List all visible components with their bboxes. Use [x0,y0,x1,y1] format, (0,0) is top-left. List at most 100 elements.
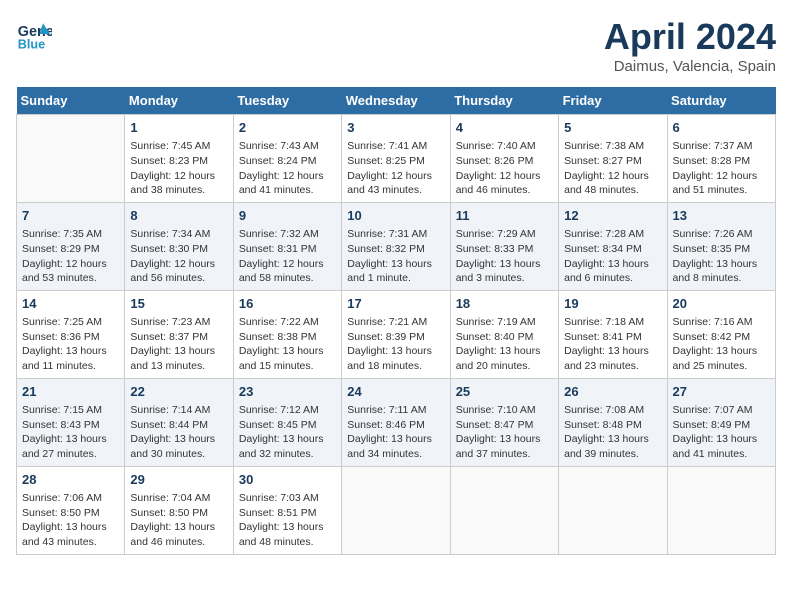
calendar-week-row: 21Sunrise: 7:15 AM Sunset: 8:43 PM Dayli… [17,378,776,466]
day-number: 26 [564,383,661,401]
calendar-cell: 19 Sunrise: 7:18 AM Sunset: 8:41 PM Dayli… [559,290,667,378]
day-info: Sunrise: 7:40 AM Sunset: 8:26 PM Dayligh… [456,139,553,198]
day-number: 2 [239,119,336,137]
day-number: 14 [22,295,119,313]
day-number: 5 [564,119,661,137]
calendar-cell: 6Sunrise: 7:37 AM Sunset: 8:28 PM Daylig… [667,115,775,203]
day-info: Sunrise: 7:45 AM Sunset: 8:23 PM Dayligh… [130,139,227,198]
day-info: Sunrise: 7:32 AM Sunset: 8:31 PM Dayligh… [239,227,336,286]
day-number: 29 [130,471,227,489]
day-info: Sunrise: 7:26 AM Sunset: 8:35 PM Dayligh… [673,227,770,286]
day-info: Sunrise: 7:08 AM Sunset: 8:48 PM Dayligh… [564,403,661,462]
calendar-cell: 22 Sunrise: 7:14 AM Sunset: 8:44 PM Dayli… [125,378,233,466]
calendar-cell: 7Sunrise: 7:35 AM Sunset: 8:29 PM Daylig… [17,202,125,290]
day-number: 18 [456,295,553,313]
day-number: 28 [22,471,119,489]
calendar-cell: 2 Sunrise: 7:43 AM Sunset: 8:24 PM Daylig… [233,115,341,203]
calendar-cell: 29 Sunrise: 7:04 AM Sunset: 8:50 PM Dayli… [125,466,233,554]
calendar-cell [559,466,667,554]
calendar-cell: 23 Sunrise: 7:12 AM Sunset: 8:45 PM Dayli… [233,378,341,466]
calendar-cell: 11 Sunrise: 7:29 AM Sunset: 8:33 PM Dayli… [450,202,558,290]
weekday-header: Thursday [450,87,558,115]
calendar-cell: 9 Sunrise: 7:32 AM Sunset: 8:31 PM Daylig… [233,202,341,290]
day-number: 12 [564,207,661,225]
logo-icon: General Blue [16,16,52,52]
day-info: Sunrise: 7:18 AM Sunset: 8:41 PM Dayligh… [564,315,661,374]
calendar-cell [450,466,558,554]
calendar-cell: 20 Sunrise: 7:16 AM Sunset: 8:42 PM Dayli… [667,290,775,378]
day-info: Sunrise: 7:16 AM Sunset: 8:42 PM Dayligh… [673,315,770,374]
day-number: 8 [130,207,227,225]
day-info: Sunrise: 7:43 AM Sunset: 8:24 PM Dayligh… [239,139,336,198]
day-info: Sunrise: 7:15 AM Sunset: 8:43 PM Dayligh… [22,403,119,462]
day-number: 16 [239,295,336,313]
calendar-table: SundayMondayTuesdayWednesdayThursdayFrid… [16,87,776,555]
day-info: Sunrise: 7:10 AM Sunset: 8:47 PM Dayligh… [456,403,553,462]
calendar-cell: 24 Sunrise: 7:11 AM Sunset: 8:46 PM Dayli… [342,378,450,466]
day-info: Sunrise: 7:41 AM Sunset: 8:25 PM Dayligh… [347,139,444,198]
day-number: 17 [347,295,444,313]
calendar-cell: 15Sunrise: 7:23 AM Sunset: 8:37 PM Dayli… [125,290,233,378]
day-info: Sunrise: 7:35 AM Sunset: 8:29 PM Dayligh… [22,227,119,286]
day-number: 22 [130,383,227,401]
day-number: 19 [564,295,661,313]
day-number: 13 [673,207,770,225]
page-header: General Blue April 2024 Daimus, Valencia… [16,16,776,75]
calendar-week-row: 28 Sunrise: 7:06 AM Sunset: 8:50 PM Dayli… [17,466,776,554]
calendar-cell: 3 Sunrise: 7:41 AM Sunset: 8:25 PM Daylig… [342,115,450,203]
day-number: 9 [239,207,336,225]
calendar-cell: 10 Sunrise: 7:31 AM Sunset: 8:32 PM Dayli… [342,202,450,290]
weekday-header: Saturday [667,87,775,115]
calendar-cell: 16 Sunrise: 7:22 AM Sunset: 8:38 PM Dayli… [233,290,341,378]
weekday-header: Wednesday [342,87,450,115]
day-info: Sunrise: 7:31 AM Sunset: 8:32 PM Dayligh… [347,227,444,286]
calendar-cell: 28 Sunrise: 7:06 AM Sunset: 8:50 PM Dayli… [17,466,125,554]
calendar-cell: 26 Sunrise: 7:08 AM Sunset: 8:48 PM Dayli… [559,378,667,466]
day-info: Sunrise: 7:28 AM Sunset: 8:34 PM Dayligh… [564,227,661,286]
day-number: 10 [347,207,444,225]
calendar-cell: 18Sunrise: 7:19 AM Sunset: 8:40 PM Dayli… [450,290,558,378]
day-info: Sunrise: 7:07 AM Sunset: 8:49 PM Dayligh… [673,403,770,462]
day-number: 15 [130,295,227,313]
calendar-week-row: 1Sunrise: 7:45 AM Sunset: 8:23 PM Daylig… [17,115,776,203]
calendar-cell: 13 Sunrise: 7:26 AM Sunset: 8:35 PM Dayli… [667,202,775,290]
day-number: 23 [239,383,336,401]
weekday-header: Monday [125,87,233,115]
day-info: Sunrise: 7:12 AM Sunset: 8:45 PM Dayligh… [239,403,336,462]
day-number: 27 [673,383,770,401]
weekday-header: Friday [559,87,667,115]
day-number: 4 [456,119,553,137]
day-info: Sunrise: 7:14 AM Sunset: 8:44 PM Dayligh… [130,403,227,462]
weekday-header-row: SundayMondayTuesdayWednesdayThursdayFrid… [17,87,776,115]
day-info: Sunrise: 7:06 AM Sunset: 8:50 PM Dayligh… [22,491,119,550]
calendar-week-row: 14 Sunrise: 7:25 AM Sunset: 8:36 PM Dayli… [17,290,776,378]
calendar-cell: 30Sunrise: 7:03 AM Sunset: 8:51 PM Dayli… [233,466,341,554]
weekday-header: Tuesday [233,87,341,115]
day-info: Sunrise: 7:37 AM Sunset: 8:28 PM Dayligh… [673,139,770,198]
day-info: Sunrise: 7:29 AM Sunset: 8:33 PM Dayligh… [456,227,553,286]
calendar-cell: 12 Sunrise: 7:28 AM Sunset: 8:34 PM Dayli… [559,202,667,290]
calendar-cell [17,115,125,203]
location: Daimus, Valencia, Spain [604,58,776,75]
day-info: Sunrise: 7:04 AM Sunset: 8:50 PM Dayligh… [130,491,227,550]
calendar-cell: 4 Sunrise: 7:40 AM Sunset: 8:26 PM Daylig… [450,115,558,203]
calendar-cell: 17 Sunrise: 7:21 AM Sunset: 8:39 PM Dayli… [342,290,450,378]
calendar-cell: 1Sunrise: 7:45 AM Sunset: 8:23 PM Daylig… [125,115,233,203]
day-info: Sunrise: 7:11 AM Sunset: 8:46 PM Dayligh… [347,403,444,462]
day-number: 30 [239,471,336,489]
calendar-cell: 21Sunrise: 7:15 AM Sunset: 8:43 PM Dayli… [17,378,125,466]
logo: General Blue [16,16,52,52]
calendar-cell: 5Sunrise: 7:38 AM Sunset: 8:27 PM Daylig… [559,115,667,203]
calendar-week-row: 7Sunrise: 7:35 AM Sunset: 8:29 PM Daylig… [17,202,776,290]
weekday-header: Sunday [17,87,125,115]
day-number: 20 [673,295,770,313]
day-info: Sunrise: 7:21 AM Sunset: 8:39 PM Dayligh… [347,315,444,374]
day-number: 11 [456,207,553,225]
day-info: Sunrise: 7:22 AM Sunset: 8:38 PM Dayligh… [239,315,336,374]
day-number: 24 [347,383,444,401]
title-block: April 2024 Daimus, Valencia, Spain [604,16,776,75]
day-number: 3 [347,119,444,137]
calendar-cell: 14 Sunrise: 7:25 AM Sunset: 8:36 PM Dayli… [17,290,125,378]
day-info: Sunrise: 7:25 AM Sunset: 8:36 PM Dayligh… [22,315,119,374]
calendar-cell [342,466,450,554]
